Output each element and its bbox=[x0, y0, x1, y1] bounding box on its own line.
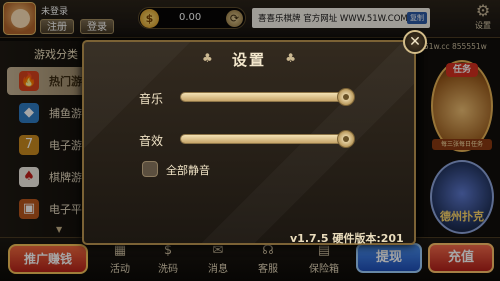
settings-dialog: ♣ 设置 ♣ ✕ 音乐 音效 全部静音 v1.7.5 硬件版本:201 bbox=[82, 30, 427, 245]
music-slider-fill bbox=[181, 93, 346, 101]
music-label: 音乐 bbox=[139, 92, 164, 106]
club-icon: ♣ bbox=[202, 51, 213, 65]
sfx-label: 音效 bbox=[139, 134, 164, 148]
music-slider-knob[interactable] bbox=[336, 88, 355, 106]
club-icon: ♣ bbox=[285, 51, 296, 65]
mute-all-label: 全部静音 bbox=[166, 164, 210, 177]
mute-all-checkbox[interactable] bbox=[142, 161, 158, 177]
dialog-title-bar: ♣ 设置 ♣ bbox=[184, 48, 314, 72]
sfx-slider-fill bbox=[181, 135, 346, 143]
version-text: v1.7.5 硬件版本:201 bbox=[290, 232, 404, 245]
sfx-slider-knob[interactable] bbox=[336, 130, 355, 148]
sfx-slider[interactable] bbox=[180, 130, 355, 148]
close-icon[interactable]: ✕ bbox=[403, 30, 427, 54]
music-slider[interactable] bbox=[180, 88, 355, 106]
dialog-title: 设置 bbox=[231, 51, 266, 69]
